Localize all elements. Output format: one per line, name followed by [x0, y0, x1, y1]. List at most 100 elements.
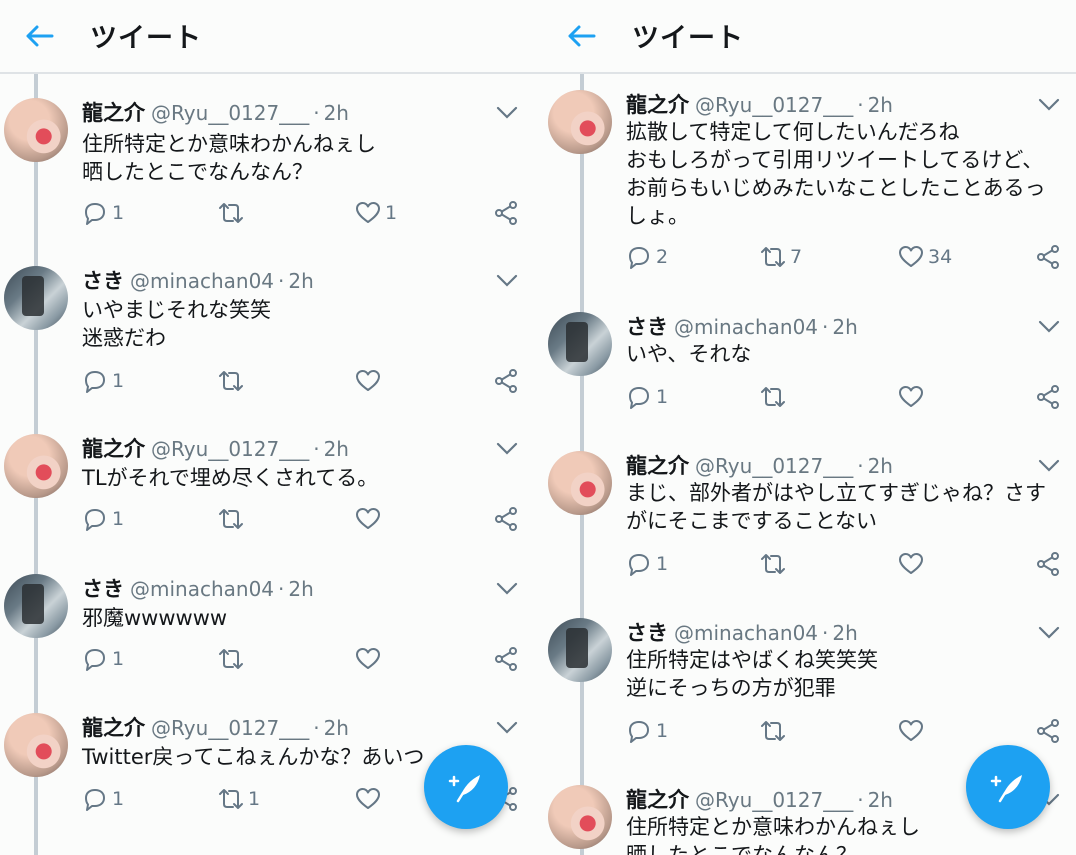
avatar[interactable]	[4, 574, 68, 638]
reply-count: 2	[656, 246, 669, 268]
chevron-down-icon[interactable]	[496, 582, 518, 596]
share-icon	[1037, 719, 1059, 743]
share-button[interactable]	[1035, 244, 1061, 270]
chevron-down-icon[interactable]	[1038, 98, 1060, 112]
reply-button[interactable]: 1	[626, 384, 668, 410]
user-name[interactable]: 龍之介	[82, 437, 145, 461]
share-button[interactable]	[493, 506, 519, 532]
like-button[interactable]: 34	[898, 244, 952, 270]
tweet-text: 拡散して特定して何したいんだろね おもしろがって引用リツイートしてるけど、 お前…	[626, 120, 1046, 228]
avatar[interactable]	[548, 618, 612, 682]
retweet-button[interactable]: 7	[760, 244, 802, 270]
reply-icon	[629, 554, 649, 576]
user-name[interactable]: 龍之介	[82, 716, 145, 740]
reply-icon	[629, 247, 649, 269]
like-button[interactable]	[355, 506, 385, 532]
heart-icon	[356, 202, 380, 223]
heart-icon	[356, 788, 380, 809]
retweet-button[interactable]	[218, 646, 248, 672]
avatar[interactable]	[4, 713, 68, 777]
like-count: 34	[928, 246, 953, 268]
user-handle: @Ryu__0127___	[695, 93, 854, 117]
chevron-down-icon[interactable]	[1038, 626, 1060, 640]
arrow-left-icon[interactable]	[566, 22, 598, 50]
chevron-down-icon[interactable]	[496, 721, 518, 735]
avatar[interactable]	[548, 785, 612, 849]
chevron-down-icon[interactable]	[496, 442, 518, 456]
share-button[interactable]	[493, 200, 519, 226]
separator: ·	[278, 269, 285, 293]
arrow-left-icon[interactable]	[24, 22, 56, 50]
retweet-icon	[761, 387, 785, 407]
share-button[interactable]	[1035, 551, 1061, 577]
right-pane: 龍之介 @Ryu__0127___ · 2h 拡散して特定して何したいんだろね おもし…	[538, 0, 1076, 855]
avatar[interactable]	[4, 266, 68, 330]
like-button[interactable]	[898, 551, 928, 577]
user-name[interactable]: 龍之介	[626, 788, 689, 812]
separator: ·	[822, 621, 829, 645]
reply-icon	[629, 387, 649, 409]
heart-icon	[356, 370, 380, 391]
share-button[interactable]	[1035, 384, 1061, 410]
chevron-down-icon[interactable]	[496, 274, 518, 288]
avatar[interactable]	[4, 434, 68, 498]
avatar[interactable]	[548, 312, 612, 376]
user-name[interactable]: 龍之介	[82, 101, 145, 125]
avatar[interactable]	[4, 98, 68, 162]
retweet-button[interactable]	[760, 384, 790, 410]
chevron-down-icon[interactable]	[496, 106, 518, 120]
share-button[interactable]	[493, 646, 519, 672]
retweet-button[interactable]	[218, 368, 248, 394]
user-name[interactable]: さき	[626, 315, 668, 339]
timestamp: 2h	[288, 269, 314, 293]
tweet-header: 龍之介 @Ryu__0127___ · 2h	[626, 453, 893, 479]
chevron-down-icon[interactable]	[1038, 320, 1060, 334]
separator: ·	[278, 577, 285, 601]
reply-button[interactable]: 1	[82, 200, 124, 226]
compose-tweet-button[interactable]	[966, 745, 1050, 829]
retweet-button[interactable]	[760, 551, 790, 577]
reply-button[interactable]: 1	[82, 786, 124, 812]
like-button[interactable]	[898, 384, 928, 410]
share-button[interactable]	[1035, 718, 1061, 744]
retweet-icon	[219, 203, 243, 223]
like-button[interactable]	[355, 368, 385, 394]
retweet-button[interactable]	[218, 506, 248, 532]
reply-button[interactable]: 1	[626, 718, 668, 744]
retweet-button[interactable]	[760, 718, 790, 744]
like-button[interactable]: 1	[355, 200, 397, 226]
like-button[interactable]	[355, 786, 385, 812]
left-pane: 龍之介 @Ryu__0127___ · 2h 住所特定とか意味わかんねぇし 晒したとこ…	[0, 0, 538, 855]
like-button[interactable]	[898, 718, 928, 744]
timestamp: 2h	[867, 788, 893, 812]
reply-icon	[85, 789, 105, 811]
tweet-header: 龍之介 @Ryu__0127___ · 2h	[626, 92, 893, 118]
share-button[interactable]	[493, 368, 519, 394]
user-handle: @Ryu__0127___	[695, 454, 854, 478]
like-button[interactable]	[355, 646, 385, 672]
user-name[interactable]: さき	[626, 621, 668, 645]
retweet-icon	[219, 371, 243, 391]
user-name[interactable]: さき	[82, 577, 124, 601]
user-handle: @minachan04	[674, 621, 819, 645]
reply-button[interactable]: 1	[82, 646, 124, 672]
chevron-down-icon[interactable]	[1038, 459, 1060, 473]
tweet-header: さき @minachan04 · 2h	[626, 314, 858, 340]
avatar[interactable]	[548, 451, 612, 515]
user-name[interactable]: 龍之介	[626, 93, 689, 117]
reply-button[interactable]: 2	[626, 244, 668, 270]
retweet-button[interactable]	[218, 200, 248, 226]
reply-button[interactable]: 1	[82, 506, 124, 532]
user-handle: @Ryu__0127___	[151, 437, 310, 461]
timestamp: 2h	[867, 93, 893, 117]
reply-button[interactable]: 1	[626, 551, 668, 577]
reply-count: 1	[112, 202, 125, 224]
timestamp: 2h	[867, 454, 893, 478]
compose-tweet-button[interactable]	[424, 745, 508, 829]
user-name[interactable]: 龍之介	[626, 454, 689, 478]
user-name[interactable]: さき	[82, 269, 124, 293]
reply-count: 1	[112, 788, 125, 810]
avatar[interactable]	[548, 90, 612, 154]
reply-button[interactable]: 1	[82, 368, 124, 394]
retweet-button[interactable]: 1	[218, 786, 260, 812]
